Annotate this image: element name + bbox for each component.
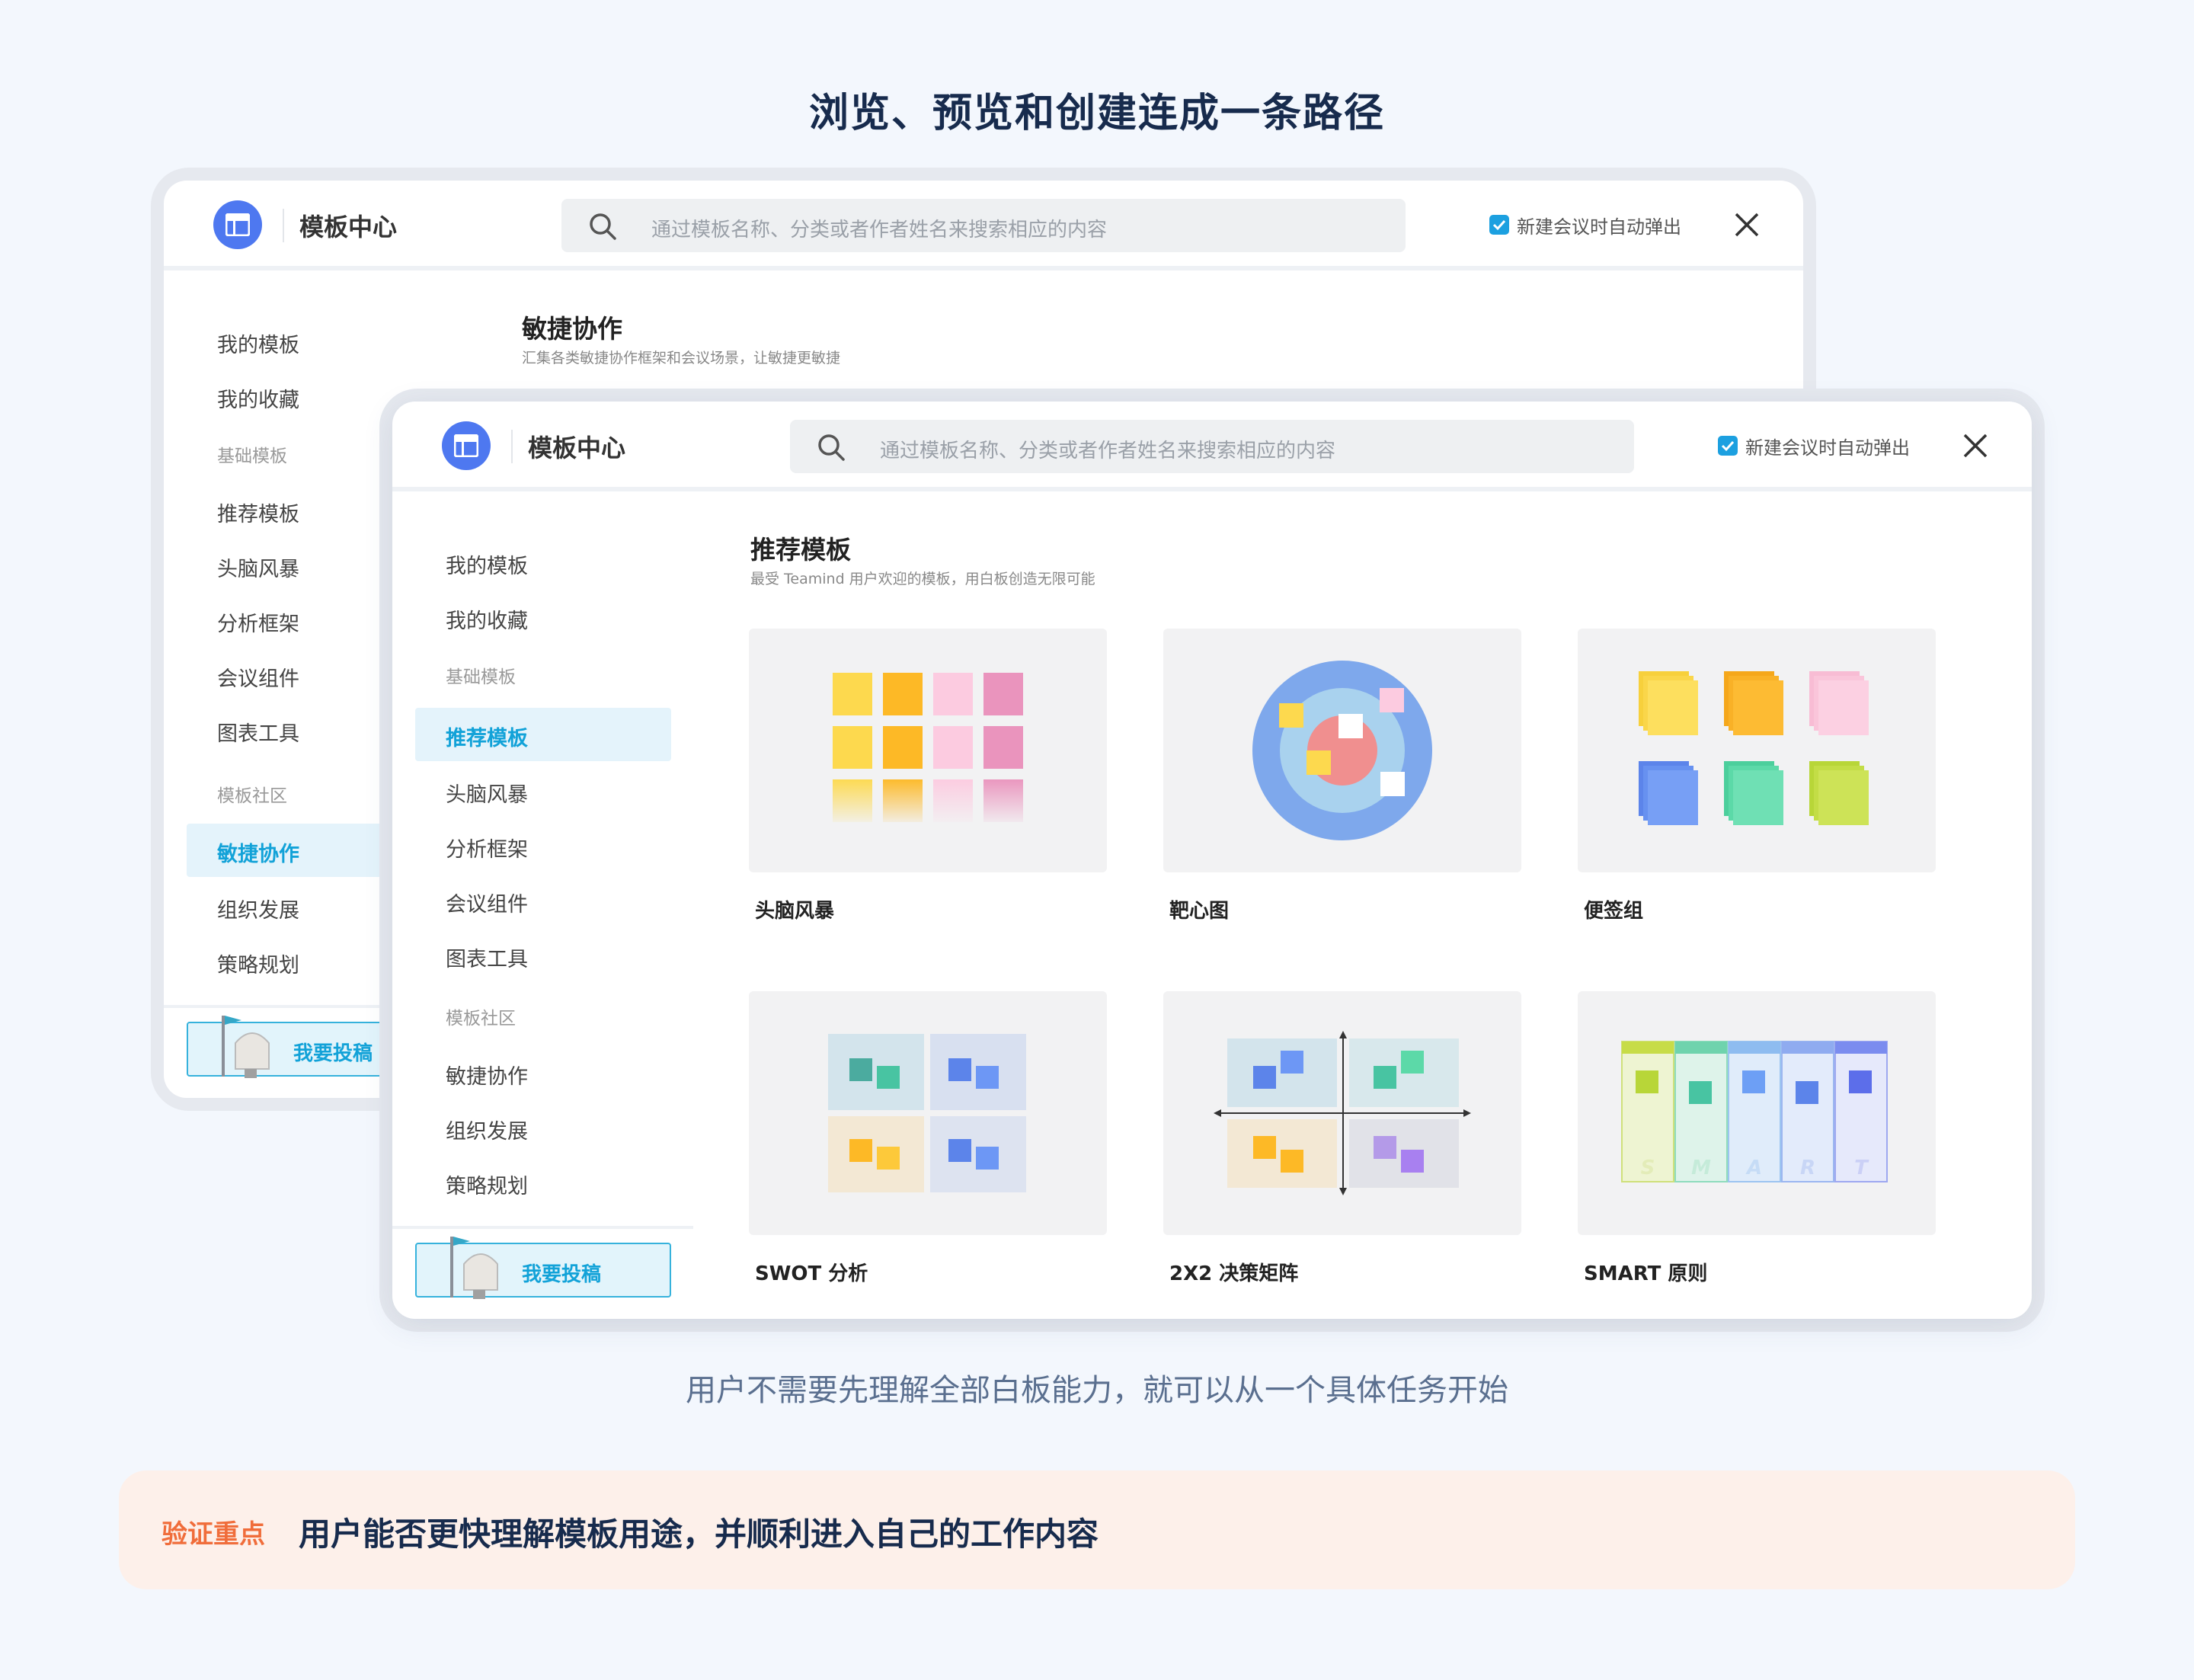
template-card-title: SWOT 分析 (755, 1262, 868, 1285)
window-header: 模板中心 通过模板名称、分类或者作者姓名来搜索相应的内容 新建会议时自动弹出 (392, 402, 2032, 491)
sidebar-group-community: 模板社区 (217, 786, 287, 806)
sidebar-divider (392, 1226, 693, 1229)
page-headline: 浏览、预览和创建连成一条路径 (808, 91, 1385, 136)
search-placeholder: 通过模板名称、分类或者作者姓名来搜索相应的内容 (651, 219, 1108, 242)
auto-popup-label: 新建会议时自动弹出 (1745, 437, 1910, 459)
template-card-target[interactable] (1163, 629, 1521, 872)
window-header: 模板中心 通过模板名称、分类或者作者姓名来搜索相应的内容 新建会议时自动弹出 (164, 181, 1803, 270)
target-diagram-icon (1252, 661, 1432, 840)
sidebar-item-agile[interactable]: 敏捷协作 (446, 1060, 528, 1090)
sidebar-item-meeting[interactable]: 会议组件 (217, 662, 299, 692)
sidebar-item-org-dev[interactable]: 组织发展 (446, 1115, 528, 1144)
auto-popup-label: 新建会议时自动弹出 (1517, 216, 1681, 238)
auto-popup-checkbox[interactable] (1489, 215, 1509, 235)
template-card-title: 靶心图 (1169, 900, 1230, 923)
header-divider (511, 430, 513, 463)
sidebar-item-label: 敏捷协作 (217, 843, 299, 866)
sidebar-item-meeting[interactable]: 会议组件 (446, 888, 528, 917)
sidebar-group-basic: 基础模板 (217, 446, 287, 466)
verification-text: 用户能否更快理解模板用途，并顺利进入自己的工作内容 (299, 1515, 1099, 1553)
sidebar-item-my-favorites[interactable]: 我的收藏 (446, 604, 528, 634)
template-card-title: 2X2 决策矩阵 (1169, 1262, 1299, 1285)
mailbox-icon (222, 1016, 270, 1078)
close-icon[interactable] (1959, 429, 1992, 462)
sidebar-item-chart-tools[interactable]: 图表工具 (217, 717, 299, 747)
sidebar-group-basic: 基础模板 (446, 667, 516, 687)
search-input[interactable]: 通过模板名称、分类或者作者姓名来搜索相应的内容 (790, 420, 1634, 473)
contribute-label: 我要投稿 (293, 1042, 373, 1065)
smart-letter: T (1854, 1157, 1869, 1179)
sidebar-item-my-templates[interactable]: 我的模板 (217, 328, 299, 358)
sidebar-item-brainstorm[interactable]: 头脑风暴 (446, 778, 528, 808)
sidebar-item-strategy[interactable]: 策略规划 (446, 1170, 528, 1199)
template-card-swot[interactable] (749, 991, 1107, 1235)
sidebar-item-recommended-active[interactable]: 推荐模板 (415, 708, 671, 761)
sidebar-item-my-templates[interactable]: 我的模板 (446, 549, 528, 579)
checkmark-icon (1721, 440, 1735, 452)
smart-letter: S (1641, 1157, 1655, 1179)
mailbox-icon (450, 1237, 498, 1299)
sidebar-item-chart-tools[interactable]: 图表工具 (446, 942, 528, 972)
verification-focus-banner: 验证重点 用户能否更快理解模板用途，并顺利进入自己的工作内容 (119, 1470, 2075, 1589)
contribute-label: 我要投稿 (522, 1263, 602, 1286)
sidebar: 我的模板 我的收藏 基础模板 推荐模板 头脑风暴 分析框架 会议组件 图表工具 … (392, 496, 693, 1319)
smart-letter: A (1745, 1157, 1762, 1179)
sidebar-item-brainstorm[interactable]: 头脑风暴 (217, 552, 299, 582)
sidebar-item-org-dev[interactable]: 组织发展 (217, 894, 299, 923)
search-placeholder: 通过模板名称、分类或者作者姓名来搜索相应的内容 (880, 440, 1336, 462)
search-icon (818, 434, 845, 461)
checkmark-icon (1492, 219, 1506, 231)
template-card-title: SMART 原则 (1584, 1262, 1708, 1285)
sidebar-item-analysis[interactable]: 分析框架 (217, 607, 299, 637)
template-card-sticky-group[interactable] (1578, 629, 1936, 872)
verification-label: 验证重点 (162, 1519, 265, 1550)
decision-matrix-icon (1214, 1031, 1471, 1195)
section-subtitle: 最受 Teamind 用户欢迎的模板，用白板创造无限可能 (750, 571, 1095, 587)
section-title: 敏捷协作 (522, 314, 622, 344)
template-center-logo-icon (442, 421, 491, 470)
smart-columns-icon: S M A R T (1621, 1041, 1888, 1182)
sidebar-item-recommended[interactable]: 推荐模板 (217, 498, 299, 527)
header-divider (283, 209, 284, 242)
template-card-smart[interactable]: S M A R T (1578, 991, 1936, 1235)
window-title: 模板中心 (528, 434, 626, 462)
search-input[interactable]: 通过模板名称、分类或者作者姓名来搜索相应的内容 (561, 199, 1406, 252)
template-card-title: 头脑风暴 (755, 900, 835, 923)
sidebar-item-my-favorites[interactable]: 我的收藏 (217, 383, 299, 413)
smart-letter: R (1800, 1157, 1815, 1179)
contribute-button[interactable]: 我要投稿 (415, 1237, 671, 1299)
template-card-decision-matrix[interactable] (1163, 991, 1521, 1235)
search-icon (590, 213, 616, 240)
sticky-note-stacks-icon (1639, 671, 1869, 825)
window-title: 模板中心 (299, 213, 398, 242)
sidebar-item-label: 推荐模板 (446, 727, 528, 750)
template-center-logo-icon (213, 200, 262, 249)
close-icon[interactable] (1730, 208, 1764, 242)
sidebar-item-analysis[interactable]: 分析框架 (446, 833, 528, 862)
template-card-brainstorm[interactable] (749, 629, 1107, 872)
sidebar-item-strategy[interactable]: 策略规划 (217, 949, 299, 978)
smart-letter: M (1691, 1157, 1711, 1179)
template-card-title: 便签组 (1584, 900, 1644, 923)
section-title: 推荐模板 (750, 535, 851, 565)
auto-popup-checkbox[interactable] (1718, 436, 1738, 456)
sidebar-group-community: 模板社区 (446, 1009, 516, 1029)
page-caption: 用户不需要先理解全部白板能力，就可以从一个具体任务开始 (686, 1373, 1508, 1408)
front-template-center-window: 模板中心 通过模板名称、分类或者作者姓名来搜索相应的内容 新建会议时自动弹出 我… (392, 402, 2032, 1319)
brainstorm-sticky-grid-icon (825, 673, 1031, 827)
swot-quadrants-icon (828, 1034, 1026, 1192)
section-subtitle: 汇集各类敏捷协作框架和会议场景，让敏捷更敏捷 (522, 350, 841, 366)
